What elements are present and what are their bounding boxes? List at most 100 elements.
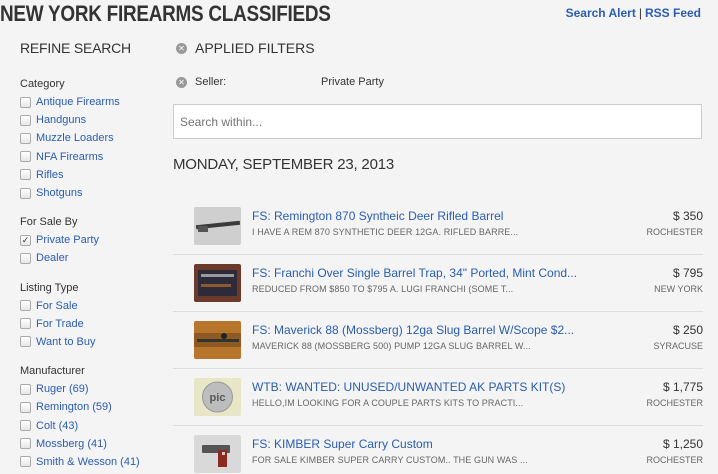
filter-checkbox[interactable] xyxy=(20,132,31,144)
filter-option[interactable]: Muzzle Loaders xyxy=(20,129,170,147)
refine-sidebar: REFINE SEARCH Category Antique Firearms Ha… xyxy=(20,40,170,474)
search-within-input[interactable] xyxy=(173,104,702,139)
filter-option-label[interactable]: Handguns xyxy=(36,114,86,126)
filter-option-label[interactable]: Antique Firearms xyxy=(36,96,120,108)
filter-checkbox[interactable] xyxy=(20,300,31,312)
listing-thumbnail[interactable] xyxy=(194,321,241,359)
filter-group: Listing Type For Sale For Trade Want to Buy xyxy=(20,282,170,352)
listing-price: $ 250 xyxy=(672,323,703,337)
filter-option-label[interactable]: Rifles xyxy=(36,169,64,181)
filter-checkbox[interactable] xyxy=(20,169,31,181)
listing-thumbnail[interactable] xyxy=(194,264,241,302)
filter-option-label[interactable]: Dealer xyxy=(36,252,68,264)
filter-option-label[interactable]: Colt (43) xyxy=(36,420,78,432)
filter-group-title: For Sale By xyxy=(20,216,78,229)
filter-checkbox[interactable] xyxy=(20,420,31,432)
search-alert-link[interactable]: Search Alert xyxy=(566,6,636,20)
filter-option[interactable]: Rifles xyxy=(20,166,170,184)
top-links: Search Alert | RSS Feed xyxy=(566,6,701,20)
filter-option[interactable]: Want to Buy xyxy=(20,333,170,351)
listing-location: ROCHESTER xyxy=(646,398,703,408)
listing-title-link[interactable]: FS: Franchi Over Single Barrel Trap, 34"… xyxy=(252,266,577,280)
filter-option[interactable]: NFA Firearms xyxy=(20,148,170,166)
filter-label: Seller: xyxy=(195,76,227,88)
filter-option[interactable]: Remington (59) xyxy=(20,398,170,416)
applied-filter-seller: ✕ Seller: Private Party xyxy=(173,76,703,88)
listing-title-link[interactable]: FS: Remington 870 Syntheic Deer Rifled B… xyxy=(252,209,503,223)
filter-checkbox[interactable] xyxy=(20,96,31,108)
filter-option-label[interactable]: Private Party xyxy=(36,234,99,246)
main-content: ✕ APPLIED FILTERS ✕ Seller: Private Part… xyxy=(173,38,703,173)
filter-group-title: Manufacturer xyxy=(20,365,85,378)
filter-option-label[interactable]: Muzzle Loaders xyxy=(36,132,114,144)
filter-option-label[interactable]: For Trade xyxy=(36,318,84,330)
filter-group-title: Listing Type xyxy=(20,281,79,294)
filter-option[interactable]: ✓ Private Party xyxy=(20,231,170,249)
filter-checkbox[interactable] xyxy=(20,318,31,330)
listing-row[interactable]: FS: Remington 870 Syntheic Deer Rifled B… xyxy=(173,198,703,255)
filter-option-label[interactable]: Mossberg (41) xyxy=(36,438,107,450)
filter-checkbox[interactable] xyxy=(20,336,31,348)
filter-checkbox[interactable] xyxy=(20,456,31,468)
filter-checkbox[interactable] xyxy=(20,383,31,395)
applied-filters-header: ✕ APPLIED FILTERS xyxy=(173,40,703,56)
filter-group: Manufacturer Ruger (69) Remington (59) Colt… xyxy=(20,365,170,471)
filter-checkbox[interactable] xyxy=(20,438,31,450)
listing-description: FOR SALE KIMBER SUPER CARRY CUSTOM.. THE… xyxy=(252,455,528,465)
listing-description: HELLO,IM LOOKING FOR A COUPLE PARTS KITS… xyxy=(252,398,524,408)
filter-option[interactable]: For Trade xyxy=(20,315,170,333)
listing-row[interactable]: FS: Maverick 88 (Mossberg) 12ga Slug Bar… xyxy=(173,312,703,369)
listing-row[interactable]: pic WTB: WANTED: UNUSED/UNWANTED AK PARTS… xyxy=(173,369,703,426)
filter-option[interactable]: Antique Firearms xyxy=(20,93,170,111)
filter-option[interactable]: Smith & Wesson (41) xyxy=(20,453,170,471)
listing-description: MAVERICK 88 (MOSSBERG 500) PUMP 12GA SLU… xyxy=(252,341,531,351)
filter-checkbox[interactable] xyxy=(20,252,31,264)
listing-location: ROCHESTER xyxy=(646,227,703,237)
page-title: NEW YORK FIREARMS CLASSIFIEDS xyxy=(0,1,331,26)
filter-option[interactable]: Shotguns xyxy=(20,184,170,202)
filter-option[interactable]: Dealer xyxy=(20,249,170,267)
refine-search-title: REFINE SEARCH xyxy=(20,40,131,56)
svg-text:pic: pic xyxy=(210,392,226,404)
listing-price: $ 350 xyxy=(672,209,703,223)
filter-group: For Sale By ✓ Private Party Dealer xyxy=(20,216,170,267)
listing-location: NEW YORK xyxy=(654,284,703,294)
applied-filters-title: APPLIED FILTERS xyxy=(195,40,315,56)
filter-option-label[interactable]: Remington (59) xyxy=(36,401,112,413)
listing-title-link[interactable]: WTB: WANTED: UNUSED/UNWANTED AK PARTS KI… xyxy=(252,380,565,394)
filter-option-label[interactable]: Shotguns xyxy=(36,187,82,199)
filter-value: Private Party xyxy=(321,76,384,88)
listing-description: REDUCED FROM $850 TO $795 A. LUGI FRANCH… xyxy=(252,284,514,294)
link-separator: | xyxy=(638,6,642,20)
filter-checkbox[interactable]: ✓ xyxy=(20,234,31,246)
listing-title-link[interactable]: FS: KIMBER Super Carry Custom xyxy=(252,437,433,451)
filter-option-label[interactable]: NFA Firearms xyxy=(36,151,103,163)
listing-thumbnail[interactable]: pic xyxy=(194,378,241,416)
filter-option-label[interactable]: Ruger (69) xyxy=(36,383,89,395)
filter-option[interactable]: Ruger (69) xyxy=(20,380,170,398)
filter-option[interactable]: Handguns xyxy=(20,111,170,129)
filter-option-label[interactable]: Want to Buy xyxy=(36,336,96,348)
listing-thumbnail[interactable] xyxy=(194,207,241,245)
filter-option[interactable]: For Sale xyxy=(20,297,170,315)
filter-option[interactable]: Mossberg (41) xyxy=(20,435,170,453)
filter-option[interactable]: Colt (43) xyxy=(20,416,170,434)
listing-location: ROCHESTER xyxy=(646,455,703,465)
filter-group-title: Category xyxy=(20,78,65,90)
filter-checkbox[interactable] xyxy=(20,114,31,126)
filter-option-label[interactable]: Smith & Wesson (41) xyxy=(36,456,140,468)
filter-checkbox[interactable] xyxy=(20,401,31,413)
filter-checkbox[interactable] xyxy=(20,187,31,199)
listing-price: $ 1,250 xyxy=(662,437,703,451)
rss-feed-link[interactable]: RSS Feed xyxy=(645,6,701,20)
listing-row[interactable]: FS: Franchi Over Single Barrel Trap, 34"… xyxy=(173,255,703,312)
clear-filters-icon[interactable]: ✕ xyxy=(176,42,187,54)
filter-option-label[interactable]: For Sale xyxy=(36,300,78,312)
listing-price: $ 1,775 xyxy=(662,380,703,394)
remove-filter-icon[interactable]: ✕ xyxy=(176,76,187,88)
listing-thumbnail[interactable] xyxy=(194,435,241,473)
listing-title-link[interactable]: FS: Maverick 88 (Mossberg) 12ga Slug Bar… xyxy=(252,323,574,337)
date-heading: MONDAY, SEPTEMBER 23, 2013 xyxy=(173,156,395,173)
listing-row[interactable]: FS: KIMBER Super Carry Custom FOR SALE KI… xyxy=(173,426,703,474)
filter-checkbox[interactable] xyxy=(20,151,31,163)
